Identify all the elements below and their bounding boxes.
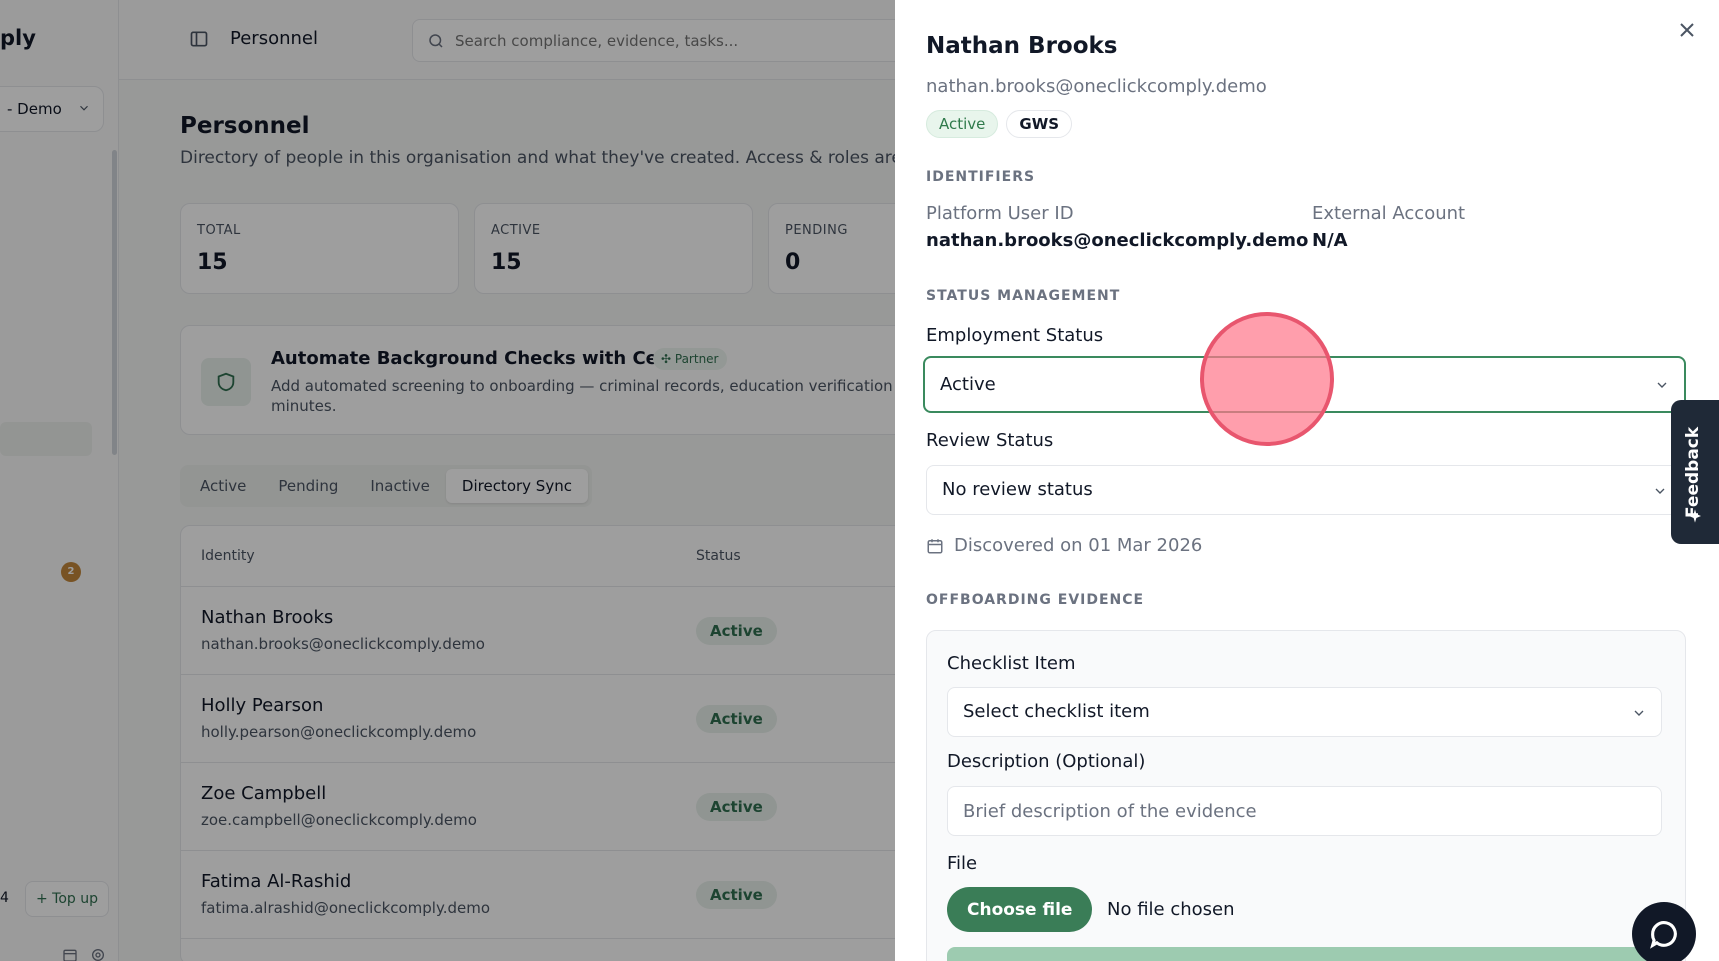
person-name: Nathan Brooks — [926, 33, 1118, 59]
choose-file-button[interactable]: Choose file — [947, 887, 1093, 932]
platform-user-id-label: Platform User ID — [926, 203, 1074, 224]
checklist-item-select[interactable]: Select checklist item — [947, 687, 1662, 737]
identifiers-heading: IDENTIFIERS — [926, 169, 1036, 185]
review-status-label: Review Status — [926, 430, 1054, 451]
chevron-down-icon — [1657, 382, 1667, 388]
status-management-heading: STATUS MANAGEMENT — [926, 288, 1121, 304]
chevron-down-icon — [1655, 488, 1665, 494]
external-account-value: N/A — [1312, 230, 1348, 251]
feedback-label: Feedback — [1683, 426, 1703, 518]
person-detail-drawer: Nathan Brooks nathan.brooks@oneclickcomp… — [895, 0, 1719, 961]
person-email: nathan.brooks@oneclickcomply.demo — [926, 76, 1267, 97]
close-icon[interactable] — [1675, 18, 1699, 42]
description-label: Description (Optional) — [947, 751, 1146, 772]
sparkle-icon — [1689, 509, 1701, 523]
offboarding-evidence-form: Checklist Item Select checklist item Des… — [926, 630, 1686, 961]
checklist-item-label: Checklist Item — [947, 653, 1076, 674]
person-badges: Active GWS — [926, 110, 1073, 138]
chevron-down-icon — [1634, 710, 1644, 716]
employment-status-value: Active — [940, 374, 996, 395]
no-file-chosen-text: No file chosen — [1107, 899, 1235, 920]
calendar-icon — [927, 538, 943, 553]
discovered-date: Discovered on 01 Mar 2026 — [926, 535, 1202, 556]
feedback-tab[interactable]: Feedback — [1671, 400, 1719, 544]
source-badge: GWS — [1006, 110, 1073, 138]
click-indicator — [1200, 312, 1334, 446]
upload-evidence-button[interactable] — [947, 947, 1662, 961]
description-input[interactable] — [947, 786, 1662, 836]
checklist-item-placeholder: Select checklist item — [963, 701, 1150, 722]
review-status-select[interactable]: No review status — [926, 465, 1683, 515]
discovered-text: Discovered on 01 Mar 2026 — [954, 535, 1203, 556]
status-badge: Active — [926, 110, 999, 138]
employment-status-label: Employment Status — [926, 325, 1104, 346]
chat-launcher-button[interactable] — [1632, 902, 1696, 961]
file-label: File — [947, 853, 978, 874]
chat-icon — [1650, 921, 1677, 949]
platform-user-id-value: nathan.brooks@oneclickcomply.demo — [926, 230, 1309, 251]
offboarding-evidence-heading: OFFBOARDING EVIDENCE — [926, 592, 1145, 608]
review-status-value: No review status — [942, 479, 1093, 500]
external-account-label: External Account — [1312, 203, 1466, 224]
